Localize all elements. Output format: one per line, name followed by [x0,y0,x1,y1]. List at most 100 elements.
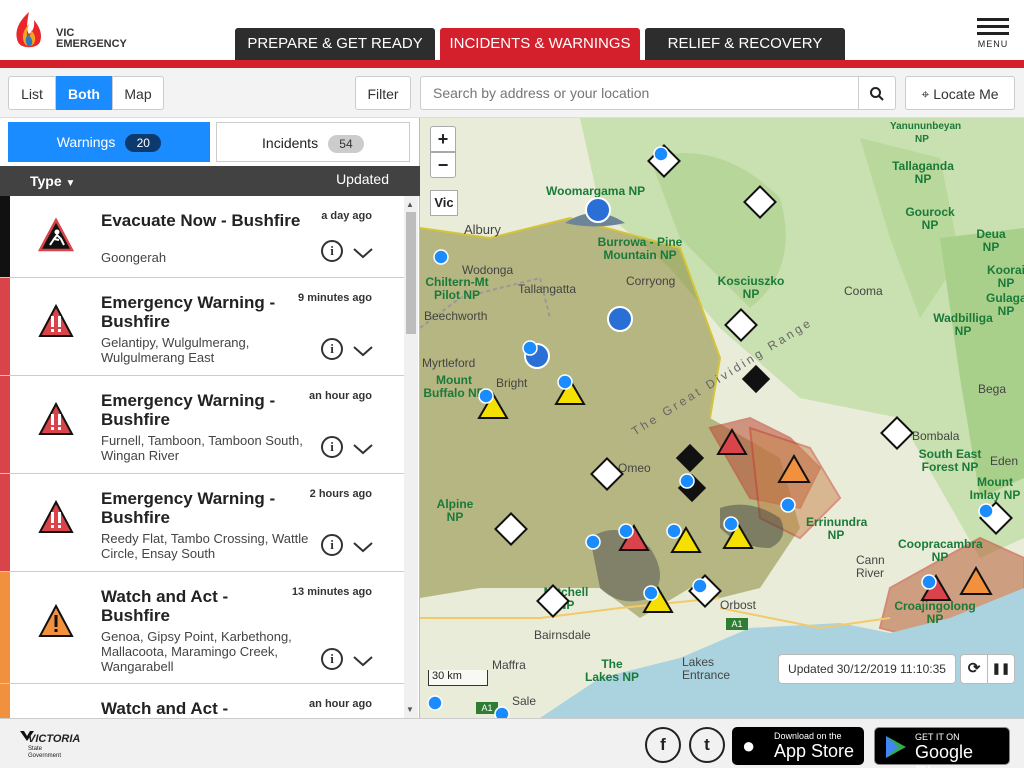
victoria-wordmark: VICTORIA [28,733,81,745]
play-icon [886,736,906,758]
flame-logo-icon [16,12,42,48]
info-icon[interactable]: i [321,338,343,360]
apple-icon: ● [742,733,756,758]
warnings-sidebar: Warnings 20 Incidents 54 Type ▼ Updated … [0,118,420,718]
warnings-list: Evacuate Now - Bushfire Goongerah a day … [0,196,404,718]
warning-title: Emergency Warning - Bushfire [101,293,276,331]
warning-title: Emergency Warning - Bushfire [101,391,276,429]
warning-title: Watch and Act - [101,699,229,718]
site-footer: VICTORIA State Government f t ● Download… [0,718,1024,783]
last-updated-label: Updated 30/12/2019 11:10:35 [778,654,956,684]
list-item[interactable]: Emergency Warning - Bushfire Gelantipy, … [0,278,404,376]
level-stripe [0,278,10,375]
site-header: VIC EMERGENCY PREPARE & GET READY INCIDE… [0,0,1024,68]
vic-emergency-logo[interactable]: VIC EMERGENCY [12,8,152,56]
warning-time: 13 minutes ago [291,586,372,598]
hamburger-bar [977,25,1009,28]
info-icon[interactable]: i [321,534,343,556]
map-scale: 30 km [428,670,488,686]
list-item[interactable]: Evacuate Now - Bushfire Goongerah a day … [0,196,404,278]
locate-me-button[interactable]: ⌖ Locate Me [905,76,1015,110]
hamburger-bar [977,32,1009,35]
level-stripe [0,572,10,683]
state-view-button[interactable]: Vic [430,190,458,216]
incidents-count-badge: 54 [327,135,364,153]
warning-title: Watch and Act - Bushfire [101,587,229,625]
chevron-down-icon[interactable] [352,442,374,456]
filter-button[interactable]: Filter [355,76,411,110]
chevron-down-icon[interactable] [352,540,374,554]
warning-time: an hour ago [309,698,372,710]
facebook-icon[interactable]: f [645,727,681,763]
google-play-big: Google Play [915,742,974,783]
hamburger-icon [977,18,1009,21]
evacuate-icon [38,218,74,252]
tab-warnings[interactable]: Warnings 20 [8,122,210,162]
info-icon[interactable]: i [321,648,343,670]
warning-locations: Reedy Flat, Tambo Crossing, Wattle Circl… [101,531,309,561]
warning-time: 9 minutes ago [298,292,372,304]
nav-tab-relief[interactable]: RELIEF & RECOVERY [645,28,845,60]
warning-time: an hour ago [309,390,372,402]
scroll-down-icon[interactable]: ▼ [406,705,414,714]
emergency-warning-icon [38,500,74,533]
warning-locations: Gelantipy, Wulgulmerang, Wulgulmerang Ea… [101,335,250,365]
search-icon [870,87,884,101]
list-item[interactable]: Watch and Act - Bushfire Genoa, Gipsy Po… [0,572,404,684]
list-item[interactable]: Emergency Warning - Bushfire Furnell, Ta… [0,376,404,474]
tab-incidents-label: Incidents [262,135,319,151]
victoria-subtext: State Government [28,746,62,759]
list-scrollbar[interactable]: ▲ ▼ [404,196,418,718]
menu-button[interactable]: MENU [976,18,1010,52]
level-stripe [0,684,10,718]
search-input[interactable] [420,76,860,110]
chevron-down-icon[interactable] [352,344,374,358]
toolbar: List Both Map Filter ⌖ Locate Me [0,68,1024,118]
app-store-badge[interactable]: ● Download on the App Store [732,727,864,765]
zoom-in-button[interactable]: + [430,126,456,152]
incident-map[interactable]: Woomargama NP Burrowa - Pine Mountain NP… [420,118,1024,718]
view-list-button[interactable]: List [8,76,56,110]
level-stripe [0,196,10,277]
view-map-button[interactable]: Map [112,76,164,110]
sort-updated-label[interactable]: Updated [336,171,389,187]
brand-line-2: EMERGENCY [56,38,127,50]
locate-me-label: Locate Me [933,86,999,102]
list-item[interactable]: Emergency Warning - Bushfire Reedy Flat,… [0,474,404,572]
twitter-icon[interactable]: t [689,727,725,763]
list-item[interactable]: Watch and Act - an hour ago [0,684,404,718]
info-icon[interactable]: i [321,240,343,262]
chevron-down-icon[interactable] [352,654,374,668]
app-store-small: Download on the [774,731,842,741]
app-store-big: App Store [774,741,855,761]
google-play-small: GET IT ON [915,732,960,742]
view-both-button[interactable]: Both [56,76,112,110]
refresh-icon[interactable]: ⟳ [960,654,988,684]
search-button[interactable] [858,76,896,110]
nav-tab-incidents[interactable]: INCIDENTS & WARNINGS [440,28,640,60]
google-play-badge[interactable]: GET IT ON Google Play [874,727,1010,783]
zoom-out-button[interactable]: − [430,152,456,178]
emergency-warning-icon [38,304,74,337]
watch-and-act-icon [38,604,74,637]
pause-icon[interactable]: ❚❚ [987,654,1015,684]
chevron-down-icon[interactable] [352,246,374,260]
map-markers [427,144,1013,718]
tab-incidents[interactable]: Incidents 54 [216,122,410,162]
warning-locations: Genoa, Gipsy Point, Karbethong, Mallacoo… [101,629,292,674]
menu-label: MENU [977,39,1009,49]
nav-tab-prepare[interactable]: PREPARE & GET READY [235,28,435,60]
victoria-gov-logo[interactable]: VICTORIA State Government [20,729,100,761]
warnings-count-badge: 20 [125,134,162,152]
warning-time: a day ago [321,210,372,222]
info-icon[interactable]: i [321,436,343,458]
scroll-up-icon[interactable]: ▲ [406,200,414,209]
crosshair-icon: ⌖ [921,86,930,102]
warning-title: Evacuate Now - Bushfire [101,211,301,230]
level-stripe [0,474,10,571]
emergency-warning-icon [38,402,74,435]
warning-title: Emergency Warning - Bushfire [101,489,276,527]
sort-type-button[interactable]: Type ▼ [30,173,75,189]
caret-down-icon: ▼ [65,178,76,189]
scrollbar-thumb[interactable] [406,212,416,334]
